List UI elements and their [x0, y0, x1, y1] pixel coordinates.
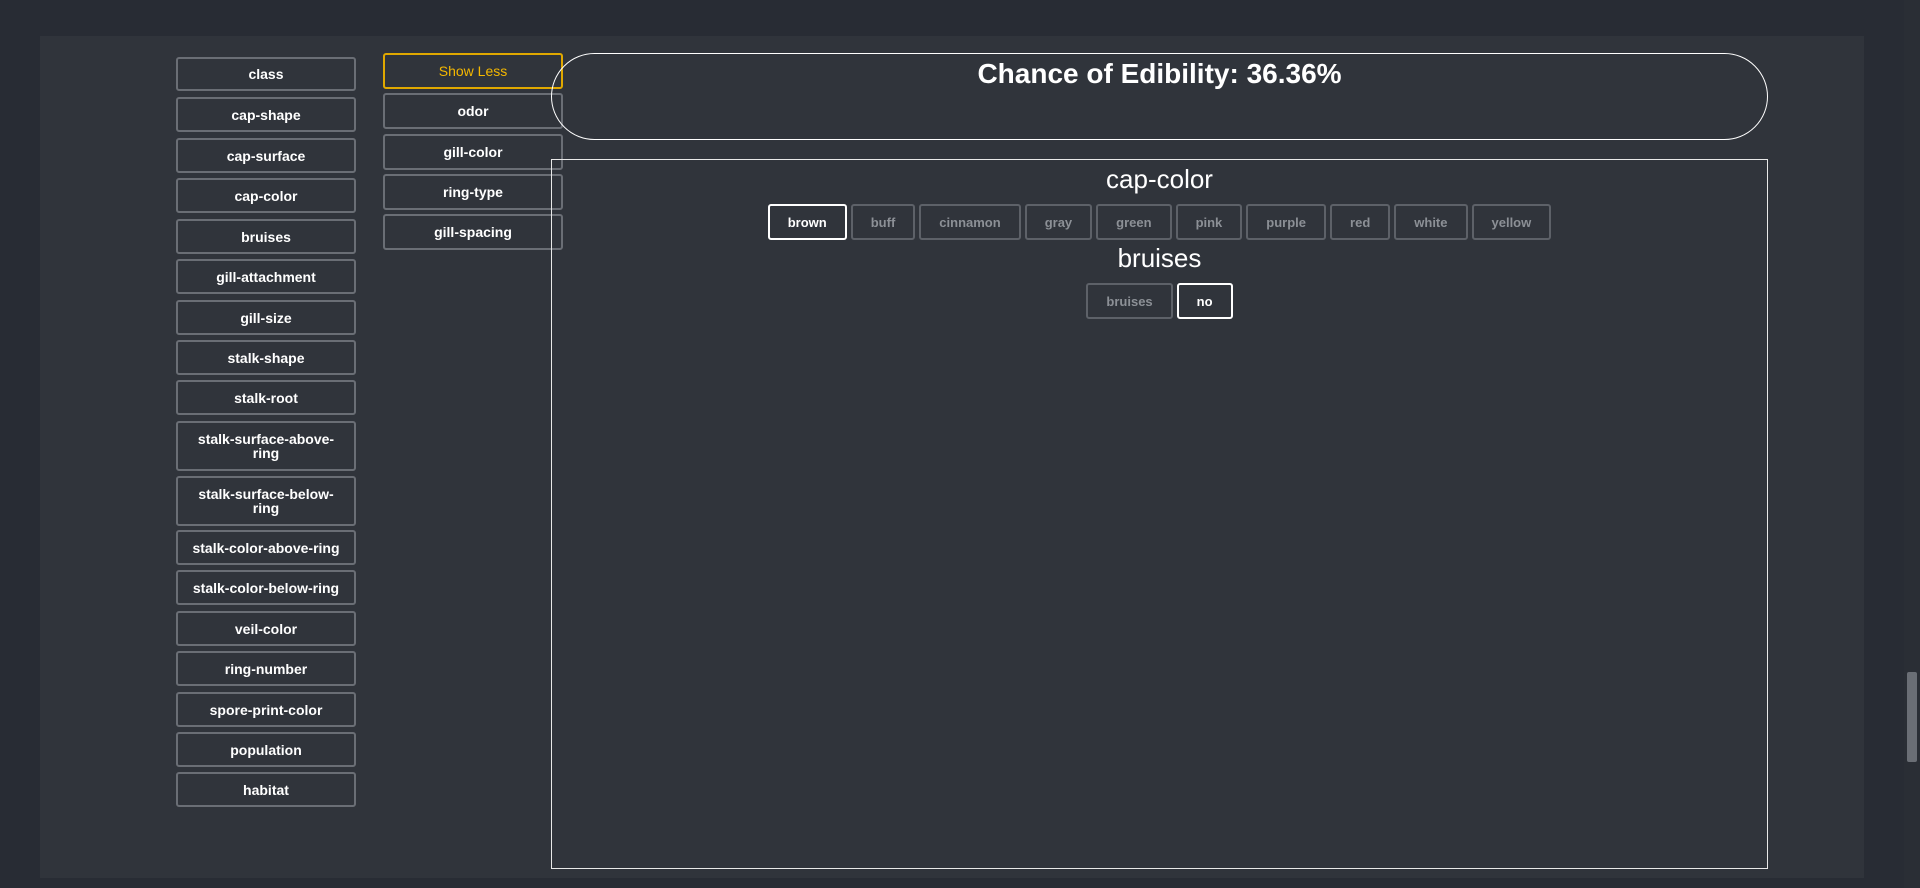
feature-button-habitat[interactable]: habitat — [176, 772, 356, 807]
feature-button-stalk-color-below-ring[interactable]: stalk-color-below-ring — [176, 570, 356, 605]
feature-options-panel: cap-color brown buff cinnamon gray green… — [551, 159, 1768, 869]
feature-button-veil-color[interactable]: veil-color — [176, 611, 356, 646]
bruises-options: bruises no — [552, 283, 1767, 319]
option-white[interactable]: white — [1394, 204, 1468, 240]
option-no[interactable]: no — [1176, 283, 1233, 319]
page-scrollbar[interactable] — [1904, 0, 1920, 888]
selected-feature-odor[interactable]: odor — [383, 93, 563, 129]
option-yellow[interactable]: yellow — [1471, 204, 1552, 240]
option-cinnamon[interactable]: cinnamon — [919, 204, 1021, 240]
feature-button-bruises[interactable]: bruises — [176, 219, 356, 254]
feature-button-cap-color[interactable]: cap-color — [176, 178, 356, 213]
feature-button-stalk-surface-below-ring[interactable]: stalk-surface-below-ring — [176, 476, 356, 526]
selected-feature-ring-type[interactable]: ring-type — [383, 174, 563, 210]
option-bruises[interactable]: bruises — [1086, 283, 1173, 319]
feature-button-stalk-shape[interactable]: stalk-shape — [176, 340, 356, 375]
bruises-title: bruises — [1117, 243, 1202, 273]
feature-button-ring-number[interactable]: ring-number — [176, 651, 356, 686]
show-less-button[interactable]: Show Less — [383, 53, 563, 89]
feature-button-gill-attachment[interactable]: gill-attachment — [176, 259, 356, 294]
cap-color-title: cap-color — [1106, 164, 1213, 194]
edibility-title: Chance of Edibility: 36.36% — [977, 58, 1342, 89]
option-brown[interactable]: brown — [767, 204, 847, 240]
feature-button-stalk-root[interactable]: stalk-root — [176, 380, 356, 415]
feature-button-gill-size[interactable]: gill-size — [176, 300, 356, 335]
cap-color-options: brown buff cinnamon gray green pink purp… — [552, 204, 1767, 240]
option-green[interactable]: green — [1096, 204, 1172, 240]
feature-button-cap-shape[interactable]: cap-shape — [176, 97, 356, 132]
selected-feature-gill-color[interactable]: gill-color — [383, 134, 563, 170]
option-pink[interactable]: pink — [1175, 204, 1243, 240]
scrollbar-thumb[interactable] — [1907, 672, 1917, 762]
edibility-banner: Chance of Edibility: 36.36% — [551, 53, 1768, 140]
feature-button-cap-surface[interactable]: cap-surface — [176, 138, 356, 173]
feature-button-spore-print-color[interactable]: spore-print-color — [176, 692, 356, 727]
option-red[interactable]: red — [1330, 204, 1391, 240]
option-gray[interactable]: gray — [1024, 204, 1093, 240]
feature-button-stalk-color-above-ring[interactable]: stalk-color-above-ring — [176, 530, 356, 565]
selected-feature-gill-spacing[interactable]: gill-spacing — [383, 214, 563, 250]
feature-button-class[interactable]: class — [176, 57, 356, 91]
feature-button-population[interactable]: population — [176, 732, 356, 767]
option-purple[interactable]: purple — [1246, 204, 1327, 240]
option-buff[interactable]: buff — [850, 204, 916, 240]
feature-button-stalk-surface-above-ring[interactable]: stalk-surface-above-ring — [176, 421, 356, 471]
